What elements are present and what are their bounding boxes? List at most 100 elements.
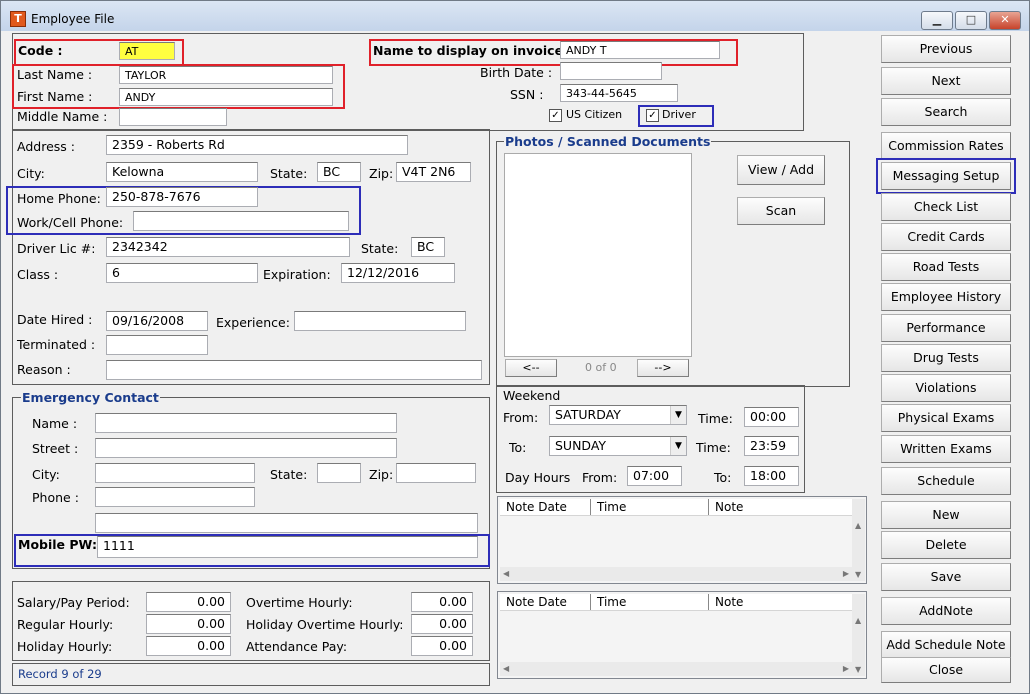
home-phone-input[interactable]: 250-878-7676	[106, 187, 258, 207]
road-tests-button[interactable]: Road Tests	[881, 253, 1011, 281]
schedule-notes-grid[interactable]: Note Date Time Note ▲ ▼ ◀ ▶	[497, 591, 867, 679]
physical-exams-button[interactable]: Physical Exams	[881, 404, 1011, 432]
scroll-left-icon[interactable]: ◀	[503, 569, 509, 578]
scroll-left-icon[interactable]: ◀	[503, 664, 509, 673]
save-button[interactable]: Save	[881, 563, 1011, 591]
attendance-input[interactable]: 0.00	[411, 636, 473, 656]
display-name-input[interactable]: ANDY T	[560, 41, 720, 59]
holiday-hourly-input[interactable]: 0.00	[146, 636, 231, 656]
terminated-input[interactable]	[106, 335, 208, 355]
violations-button[interactable]: Violations	[881, 374, 1011, 402]
birth-date-input[interactable]	[560, 62, 662, 80]
weekend-from-select[interactable]: SATURDAY ▼	[549, 405, 687, 425]
ec-street-input[interactable]	[95, 438, 397, 458]
horizontal-scrollbar[interactable]: ◀ ▶	[500, 662, 852, 676]
add-schedule-note-button[interactable]: Add Schedule Note	[881, 631, 1011, 659]
scroll-right-icon[interactable]: ▶	[843, 569, 849, 578]
messaging-setup-button[interactable]: Messaging Setup	[881, 162, 1011, 190]
ec-city-input[interactable]	[95, 463, 255, 483]
salary-input[interactable]: 0.00	[146, 592, 231, 612]
scroll-down-icon[interactable]: ▼	[855, 570, 861, 579]
column-header[interactable]: Note	[709, 594, 849, 610]
schedule-button[interactable]: Schedule	[881, 467, 1011, 495]
drug-tests-button[interactable]: Drug Tests	[881, 344, 1011, 372]
ec-phone-input[interactable]	[95, 487, 255, 507]
written-exams-button[interactable]: Written Exams	[881, 435, 1011, 463]
mobile-pw-input[interactable]: 1111	[97, 536, 478, 558]
driver-checkbox[interactable]: ✓	[646, 109, 659, 122]
ec-extra-input[interactable]	[95, 513, 478, 533]
date-hired-input[interactable]: 09/16/2008	[106, 311, 208, 331]
check-list-button[interactable]: Check List	[881, 193, 1011, 221]
chevron-down-icon[interactable]: ▼	[670, 406, 686, 424]
column-header[interactable]: Note Date	[500, 594, 591, 610]
weekend-time1-input[interactable]: 00:00	[744, 407, 799, 427]
day-hours-from-input[interactable]: 07:00	[627, 466, 682, 486]
weekend-time2-input[interactable]: 23:59	[744, 436, 799, 456]
experience-input[interactable]	[294, 311, 466, 331]
credit-cards-button[interactable]: Credit Cards	[881, 223, 1011, 251]
ec-street-label: Street :	[32, 441, 79, 456]
notes-grid[interactable]: Note Date Time Note ▲ ▼ ◀ ▶	[497, 496, 867, 584]
close-icon[interactable]: ✕	[989, 11, 1021, 30]
previous-button[interactable]: Previous	[881, 35, 1011, 63]
state-input[interactable]: BC	[317, 162, 361, 182]
add-note-button[interactable]: AddNote	[881, 597, 1011, 625]
scan-button[interactable]: Scan	[737, 197, 825, 225]
code-input[interactable]: AT	[119, 42, 175, 60]
ec-state-input[interactable]	[317, 463, 361, 483]
holiday-ot-input[interactable]: 0.00	[411, 614, 473, 634]
photos-title: Photos / Scanned Documents	[504, 134, 712, 149]
class-input[interactable]: 6	[106, 263, 258, 283]
photo-prev-button[interactable]: <--	[505, 359, 557, 377]
regular-hourly-input[interactable]: 0.00	[146, 614, 231, 634]
birth-date-label: Birth Date :	[480, 65, 553, 80]
reason-input[interactable]	[106, 360, 482, 380]
search-button[interactable]: Search	[881, 98, 1011, 126]
us-citizen-checkbox[interactable]: ✓	[549, 109, 562, 122]
overtime-input[interactable]: 0.00	[411, 592, 473, 612]
column-header[interactable]: Time	[591, 499, 709, 515]
next-button[interactable]: Next	[881, 67, 1011, 95]
maximize-icon[interactable]: □	[955, 11, 987, 30]
scroll-right-icon[interactable]: ▶	[843, 664, 849, 673]
column-header[interactable]: Note Date	[500, 499, 591, 515]
weekend-to-select[interactable]: SUNDAY ▼	[549, 436, 687, 456]
employee-history-button[interactable]: Employee History	[881, 283, 1011, 311]
vertical-scrollbar[interactable]: ▲ ▼	[852, 594, 865, 676]
us-citizen-label: US Citizen	[566, 108, 623, 121]
city-input[interactable]: Kelowna	[106, 162, 258, 182]
address-input[interactable]: 2359 - Roberts Rd	[106, 135, 408, 155]
first-name-input[interactable]: ANDY	[119, 88, 333, 106]
view-add-button[interactable]: View / Add	[737, 155, 825, 185]
scroll-up-icon[interactable]: ▲	[855, 521, 861, 530]
performance-button[interactable]: Performance	[881, 314, 1011, 342]
grid-header: Note Date Time Note	[500, 499, 852, 516]
zip-input[interactable]: V4T 2N6	[396, 162, 471, 182]
new-button[interactable]: New	[881, 501, 1011, 529]
minimize-icon[interactable]: ▁	[921, 11, 953, 30]
photo-next-button[interactable]: -->	[637, 359, 689, 377]
column-header[interactable]: Note	[709, 499, 849, 515]
ec-name-input[interactable]	[95, 413, 397, 433]
close-button[interactable]: Close	[881, 657, 1011, 683]
driver-lic-input[interactable]: 2342342	[106, 237, 350, 257]
photo-viewer[interactable]	[504, 153, 692, 357]
ec-zip-input[interactable]	[396, 463, 476, 483]
last-name-input[interactable]: TAYLOR	[119, 66, 333, 84]
vertical-scrollbar[interactable]: ▲ ▼	[852, 499, 865, 581]
expiration-input[interactable]: 12/12/2016	[341, 263, 455, 283]
ssn-input[interactable]: 343-44-5645	[560, 84, 678, 102]
chevron-down-icon[interactable]: ▼	[670, 437, 686, 455]
ec-phone-label: Phone :	[32, 490, 79, 505]
column-header[interactable]: Time	[591, 594, 709, 610]
scroll-up-icon[interactable]: ▲	[855, 616, 861, 625]
scroll-down-icon[interactable]: ▼	[855, 665, 861, 674]
lic-state-input[interactable]: BC	[411, 237, 445, 257]
horizontal-scrollbar[interactable]: ◀ ▶	[500, 567, 852, 581]
middle-name-input[interactable]	[119, 108, 227, 126]
day-hours-to-input[interactable]: 18:00	[744, 466, 799, 486]
delete-button[interactable]: Delete	[881, 531, 1011, 559]
work-phone-input[interactable]	[133, 211, 349, 231]
commission-rates-button[interactable]: Commission Rates	[881, 132, 1011, 160]
